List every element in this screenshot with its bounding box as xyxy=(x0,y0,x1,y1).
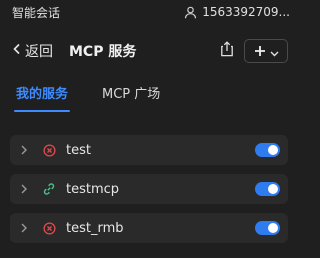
export-button[interactable] xyxy=(220,41,234,61)
add-service-button[interactable] xyxy=(244,39,288,63)
enable-toggle[interactable] xyxy=(255,182,280,196)
page-header: 返回 MCP 服务 xyxy=(0,36,298,66)
plus-icon xyxy=(254,42,266,61)
tab-my-services[interactable]: 我的服务 xyxy=(14,82,71,112)
link-icon xyxy=(42,182,56,196)
service-tabs: 我的服务 MCP 广场 xyxy=(0,82,298,112)
export-icon xyxy=(220,41,234,61)
user-account[interactable]: 1563392709... xyxy=(184,5,290,19)
back-label: 返回 xyxy=(25,44,53,60)
back-button[interactable]: 返回 xyxy=(12,41,53,61)
error-icon xyxy=(42,221,56,235)
service-item-test[interactable]: test xyxy=(10,135,288,165)
service-list: test testmcp test_rmb xyxy=(10,135,288,252)
service-name: test_rmb xyxy=(66,220,124,236)
chevron-right-icon[interactable] xyxy=(20,222,32,234)
user-icon xyxy=(184,6,197,19)
top-bar: 智能会话 1563392709... xyxy=(0,0,298,24)
chevron-right-icon[interactable] xyxy=(20,183,32,195)
service-name: test xyxy=(66,142,91,158)
chevron-down-icon xyxy=(270,42,279,61)
page-title: MCP 服务 xyxy=(69,44,137,60)
enable-toggle[interactable] xyxy=(255,221,280,235)
service-item-test-rmb[interactable]: test_rmb xyxy=(10,213,288,243)
chevron-right-icon[interactable] xyxy=(20,144,32,156)
service-name: testmcp xyxy=(66,181,120,197)
service-item-testmcp[interactable]: testmcp xyxy=(10,174,288,204)
tab-mcp-plaza[interactable]: MCP 广场 xyxy=(100,82,162,112)
error-icon xyxy=(42,143,56,157)
enable-toggle[interactable] xyxy=(255,143,280,157)
app-title: 智能会话 xyxy=(12,5,61,20)
chevron-left-icon xyxy=(12,43,22,59)
user-id: 1563392709... xyxy=(202,5,290,19)
